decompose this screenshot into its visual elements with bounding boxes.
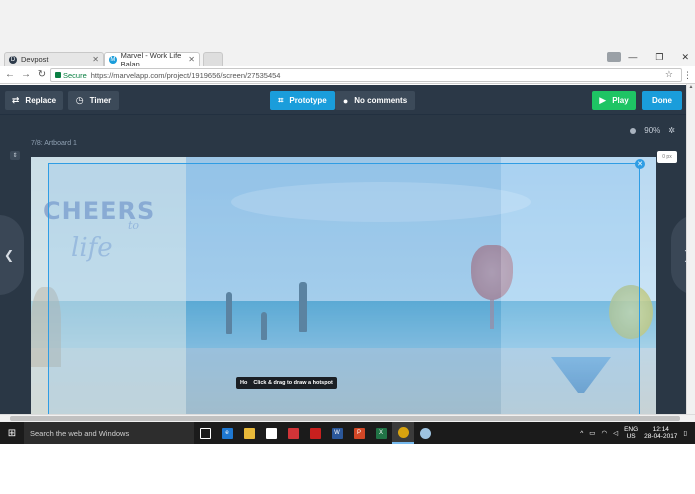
marvel-editor: ⇄ Replace ◷ Timer ⌗ Prototype ● No comme…	[0, 85, 695, 415]
lock-icon	[55, 72, 61, 78]
prototype-label: Prototype	[289, 96, 327, 105]
close-window-icon[interactable]: ✕	[681, 52, 689, 63]
browser-toolbar: ← → ↻ Secure https://marvelapp.com/proje…	[0, 66, 695, 84]
windows-start-icon[interactable]: ⊞	[0, 422, 24, 444]
hotspot-tooltip: Ho Click & drag to draw a hotspot	[236, 377, 337, 389]
scrollbar-thumb[interactable]	[10, 416, 680, 421]
back-icon[interactable]: ←	[4, 69, 16, 81]
timer-label: Timer	[89, 96, 112, 105]
replace-button[interactable]: ⇄ Replace	[5, 91, 63, 110]
bookmark-star-icon[interactable]: ☆	[665, 69, 673, 80]
file-explorer-icon[interactable]	[238, 422, 260, 444]
comments-label: No comments	[354, 96, 408, 105]
horizontal-scrollbar[interactable]	[0, 414, 695, 422]
chrome-icon[interactable]	[392, 422, 414, 444]
tooltip-text: Click & drag to draw a hotspot	[253, 380, 333, 386]
window-controls: — ❐ ✕	[628, 52, 689, 63]
artboard-canvas[interactable]: CHEERS to life ✕ Ho Click & drag to draw…	[31, 157, 656, 415]
tab-devpost[interactable]: D Devpost ✕	[4, 52, 104, 66]
devpost-favicon-icon: D	[9, 55, 17, 64]
network-icon[interactable]: ▭	[589, 429, 595, 437]
screen: D Devpost ✕ M Marvel - Work Life Balan ✕…	[0, 0, 695, 494]
notifications-icon[interactable]: ▯	[683, 429, 687, 437]
maximize-icon[interactable]: ❐	[655, 52, 663, 63]
system-tray: ^ ▭ ◠ ◁ ENG US 12:14 28-04-2017 ▯	[580, 422, 687, 444]
play-button[interactable]: ▶ Play	[592, 91, 636, 110]
minimize-icon[interactable]: —	[628, 52, 637, 63]
forward-icon[interactable]: →	[20, 69, 32, 81]
address-bar[interactable]: Secure https://marvelapp.com/project/191…	[50, 68, 682, 82]
store-icon[interactable]	[260, 422, 282, 444]
close-tab-icon[interactable]: ✕	[188, 55, 195, 64]
previous-screen-arrow-icon[interactable]: ❮	[0, 215, 24, 295]
done-label: Done	[652, 96, 672, 105]
hotspot-selection[interactable]	[48, 163, 640, 415]
tooltip-prefix: Ho	[240, 380, 248, 386]
scroll-up-icon[interactable]: ▲	[687, 84, 695, 90]
language-region: US	[626, 433, 636, 440]
paint-icon[interactable]	[414, 422, 436, 444]
secure-label: Secure	[63, 70, 87, 80]
clock[interactable]: 12:14 28-04-2017	[644, 426, 677, 440]
word-icon[interactable]: W	[326, 422, 348, 444]
px-badge: 0 px	[657, 151, 677, 163]
mail-icon[interactable]	[282, 422, 304, 444]
background-area	[0, 444, 695, 494]
tab-label: Devpost	[21, 55, 49, 64]
powerpoint-icon[interactable]: P	[348, 422, 370, 444]
comments-tab[interactable]: ● No comments	[335, 91, 415, 110]
volume-icon[interactable]: ◁	[613, 429, 618, 437]
browser-tab-strip: D Devpost ✕ M Marvel - Work Life Balan ✕…	[0, 0, 695, 69]
settings-gear-icon[interactable]: ✲	[668, 126, 675, 135]
crop-icon: ⌗	[278, 95, 284, 105]
task-view-icon[interactable]	[194, 422, 216, 444]
language-indicator[interactable]: ENG US	[624, 426, 638, 440]
acrobat-icon[interactable]	[304, 422, 326, 444]
new-tab-button[interactable]	[203, 52, 223, 66]
swap-icon: ⇄	[11, 95, 20, 105]
windows-taskbar: ⊞ Search the web and Windows e W P X ^ ▭…	[0, 422, 695, 444]
prototype-tab[interactable]: ⌗ Prototype	[270, 91, 335, 110]
marvel-favicon-icon: M	[109, 55, 117, 64]
timer-button[interactable]: ◷ Timer	[68, 91, 119, 110]
zoom-level: 90%	[644, 126, 661, 135]
chrome-menu-icon[interactable]: ⋮	[683, 70, 692, 81]
close-tab-icon[interactable]: ✕	[92, 55, 99, 64]
zoom-out-icon[interactable]	[630, 127, 637, 134]
profile-icon[interactable]	[607, 52, 621, 62]
play-icon: ▶	[599, 95, 607, 105]
secure-indicator[interactable]: Secure	[55, 71, 87, 80]
timer-icon: ◷	[75, 95, 84, 105]
comment-icon: ●	[342, 95, 349, 106]
artboard-label: 7/8: Artboard 1	[31, 140, 77, 147]
taskbar-search[interactable]: Search the web and Windows	[24, 422, 194, 444]
excel-icon[interactable]: X	[370, 422, 392, 444]
done-button[interactable]: Done	[642, 91, 682, 110]
zoom-controls: 90% ✲	[630, 126, 675, 135]
language-code: ENG	[624, 426, 639, 433]
edge-icon[interactable]: e	[216, 422, 238, 444]
hotspot-close-icon[interactable]: ✕	[635, 159, 645, 169]
clock-time: 12:14	[652, 426, 669, 433]
collapse-toggle-icon[interactable]: ⇕	[10, 151, 20, 160]
reload-icon[interactable]: ↻	[36, 69, 48, 81]
tray-chevron-icon[interactable]: ^	[580, 430, 583, 437]
wifi-icon[interactable]: ◠	[601, 429, 607, 437]
clock-date: 28-04-2017	[644, 433, 678, 440]
play-label: Play	[612, 96, 629, 105]
url-text: https://marvelapp.com/project/1919656/sc…	[90, 70, 281, 80]
editor-toolbar: ⇄ Replace ◷ Timer ⌗ Prototype ● No comme…	[0, 85, 695, 115]
replace-label: Replace	[25, 96, 57, 105]
tab-marvel[interactable]: M Marvel - Work Life Balan ✕	[104, 51, 200, 69]
vertical-scrollbar[interactable]: ▲	[686, 84, 695, 414]
